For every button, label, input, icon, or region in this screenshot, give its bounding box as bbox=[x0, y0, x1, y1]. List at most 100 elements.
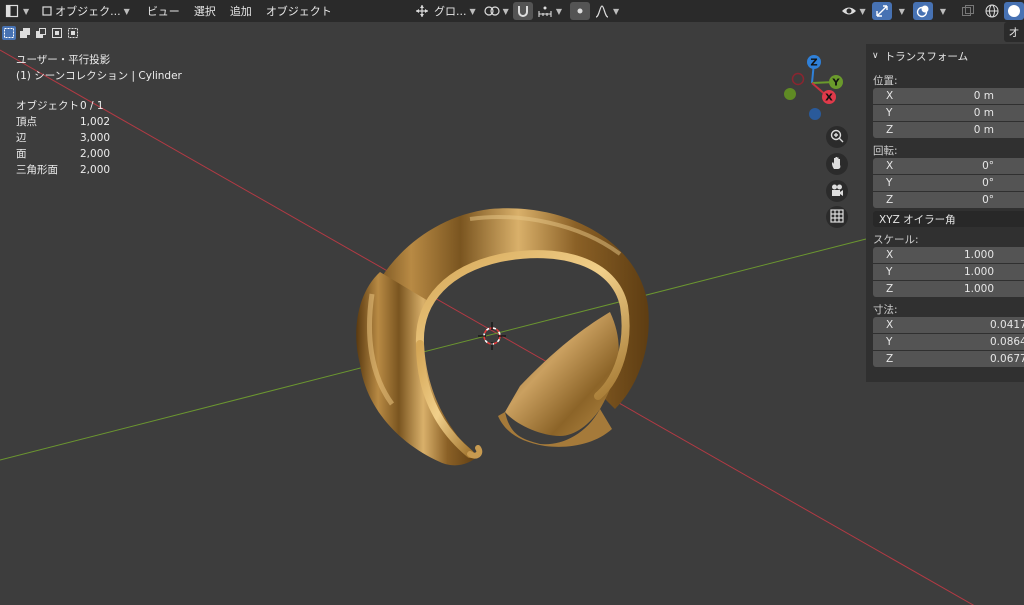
zoom-button[interactable] bbox=[826, 126, 848, 148]
statistics: オブジェクト 0 / 1 頂点 1,002 辺 3,000 面 2,000 三角形面 2,… bbox=[16, 98, 182, 178]
chevron-down-icon: ▼ bbox=[502, 6, 509, 16]
stat-label: 辺 bbox=[16, 132, 27, 144]
wireframe-sphere-icon bbox=[984, 3, 1000, 19]
select-subtract-icon bbox=[35, 24, 47, 43]
rotation-label: 回転: bbox=[873, 145, 898, 157]
magnifier-plus-icon bbox=[830, 128, 844, 147]
overlays-toggle[interactable] bbox=[912, 2, 933, 20]
camera-view-button[interactable] bbox=[826, 180, 848, 202]
field-value: 0.0677 bbox=[990, 353, 1024, 365]
rotation-y-field[interactable]: Y 0° bbox=[873, 175, 1024, 191]
stat-row: 頂点 1,002 bbox=[16, 114, 182, 130]
select-new-button[interactable] bbox=[2, 26, 16, 40]
editor-type-icon bbox=[4, 3, 20, 19]
menu-object[interactable]: オブジェクト bbox=[259, 3, 339, 19]
proportional-edit-toggle[interactable] bbox=[569, 2, 590, 20]
scale-label: スケール: bbox=[873, 234, 919, 246]
stat-value: 1,002 bbox=[80, 116, 111, 128]
field-value: 0° bbox=[982, 177, 994, 189]
snap-toggle[interactable] bbox=[512, 2, 533, 20]
transform-orientation-selector[interactable]: グロ... ▼ bbox=[410, 2, 480, 20]
rotation-x-field[interactable]: X 0° bbox=[873, 158, 1024, 174]
select-extend-button[interactable] bbox=[18, 26, 32, 40]
orientation-label: グロ... bbox=[434, 5, 467, 18]
neg-z-axis-handle[interactable] bbox=[809, 108, 821, 120]
chevron-down-icon: ▼ bbox=[612, 6, 620, 16]
3d-cursor[interactable] bbox=[478, 322, 506, 350]
selection-toolbar bbox=[0, 22, 1024, 44]
transform-panel-header[interactable]: ∨ トランスフォーム bbox=[866, 44, 1024, 68]
chevron-down-icon: ▼ bbox=[898, 6, 905, 16]
mode-selector[interactable]: オブジェク... ▼ bbox=[35, 2, 134, 20]
select-extend-icon bbox=[19, 24, 31, 43]
gizmo-toggle[interactable] bbox=[871, 2, 892, 20]
editor-type-button[interactable]: ▼ bbox=[0, 2, 33, 20]
dimensions-x-field[interactable]: X 0.0417 bbox=[873, 317, 1024, 333]
stat-row: 三角形面 2,000 bbox=[16, 162, 182, 178]
mode-label: オブジェク... bbox=[55, 5, 121, 18]
snap-target-selector[interactable]: ▼ bbox=[533, 2, 566, 20]
location-x-field[interactable]: X 0 m bbox=[873, 88, 1024, 104]
shading-solid-button[interactable] bbox=[1004, 2, 1024, 20]
field-value: 0° bbox=[982, 194, 994, 206]
xray-toggle[interactable] bbox=[956, 2, 980, 20]
select-subtract-button[interactable] bbox=[34, 26, 48, 40]
stat-label: 面 bbox=[16, 148, 27, 160]
menu-view[interactable]: ビュー bbox=[140, 3, 187, 19]
scale-y-field[interactable]: Y 1.000 bbox=[873, 264, 1024, 280]
axis-label: X bbox=[886, 90, 894, 102]
neg-y-axis-handle[interactable] bbox=[784, 88, 796, 100]
hand-icon bbox=[830, 155, 844, 174]
chevron-down-icon: ∨ bbox=[872, 51, 879, 61]
field-value: 1.000 bbox=[963, 283, 994, 295]
menu-add[interactable]: 追加 bbox=[223, 3, 259, 19]
solid-sphere-icon bbox=[1006, 3, 1022, 19]
sidebar-tab-object[interactable]: オ bbox=[1004, 22, 1024, 42]
axis-label: X bbox=[886, 249, 894, 261]
axis-label: X bbox=[886, 319, 894, 331]
y-axis-label: Y bbox=[831, 78, 840, 89]
visibility-selector[interactable]: ▼ bbox=[837, 2, 870, 20]
chevron-down-icon: ▼ bbox=[123, 6, 130, 16]
field-value: 0 m bbox=[973, 107, 994, 119]
neg-x-axis-handle[interactable] bbox=[791, 72, 805, 86]
axis-label: Y bbox=[886, 336, 893, 348]
panel-title: トランスフォーム bbox=[884, 50, 969, 63]
falloff-selector[interactable]: ▼ bbox=[590, 2, 623, 20]
pan-button[interactable] bbox=[826, 153, 848, 175]
stat-label: 三角形面 bbox=[16, 164, 58, 176]
field-value: 0.0864 bbox=[990, 336, 1024, 348]
stat-value: 2,000 bbox=[80, 164, 111, 176]
shading-wireframe-button[interactable] bbox=[980, 2, 1004, 20]
orientation-icon bbox=[414, 3, 430, 19]
stat-row: 辺 3,000 bbox=[16, 130, 182, 146]
dimensions-y-field[interactable]: Y 0.0864 bbox=[873, 334, 1024, 350]
scale-x-field[interactable]: X 1.000 bbox=[873, 247, 1024, 263]
pivot-point-selector[interactable]: ▼ bbox=[480, 2, 513, 20]
field-value: 0 m bbox=[973, 124, 994, 136]
select-intersect-button[interactable] bbox=[66, 26, 80, 40]
chevron-down-icon: ▼ bbox=[859, 6, 866, 16]
scale-z-field[interactable]: Z 1.000 bbox=[873, 281, 1024, 297]
gizmo-arrows-icon bbox=[874, 3, 890, 19]
location-y-field[interactable]: Y 0 m bbox=[873, 105, 1024, 121]
overlays-selector[interactable]: ▼ bbox=[933, 2, 950, 20]
toggle-perspective-button[interactable] bbox=[826, 206, 848, 228]
transform-panel: ∨ トランスフォーム 位置: X 0 m Y 0 m Z 0 m 回転: X 0° Y 0… bbox=[866, 44, 1024, 382]
location-z-field[interactable]: Z 0 m bbox=[873, 122, 1024, 138]
navigation-gizmo[interactable]: Z Y X bbox=[776, 52, 846, 122]
viewport-overlay-info: ユーザー・平行投影 (1) シーンコレクション | Cylinder オブジェク… bbox=[16, 52, 182, 178]
gizmo-selector[interactable]: ▼ bbox=[892, 2, 909, 20]
select-invert-button[interactable] bbox=[50, 26, 64, 40]
axis-label: Z bbox=[886, 353, 894, 365]
field-value: 1.000 bbox=[963, 266, 994, 278]
menu-select[interactable]: 選択 bbox=[187, 3, 223, 19]
rotation-z-field[interactable]: Z 0° bbox=[873, 192, 1024, 208]
collection-label: (1) シーンコレクション | Cylinder bbox=[16, 70, 182, 82]
eye-icon bbox=[841, 3, 857, 19]
axis-label: Y bbox=[886, 177, 893, 189]
rotation-mode-select[interactable]: XYZ オイラー角 bbox=[873, 211, 1024, 227]
dimensions-z-field[interactable]: Z 0.0677 bbox=[873, 351, 1024, 367]
stat-row: オブジェクト 0 / 1 bbox=[16, 98, 182, 114]
axis-label: Z bbox=[886, 124, 894, 136]
